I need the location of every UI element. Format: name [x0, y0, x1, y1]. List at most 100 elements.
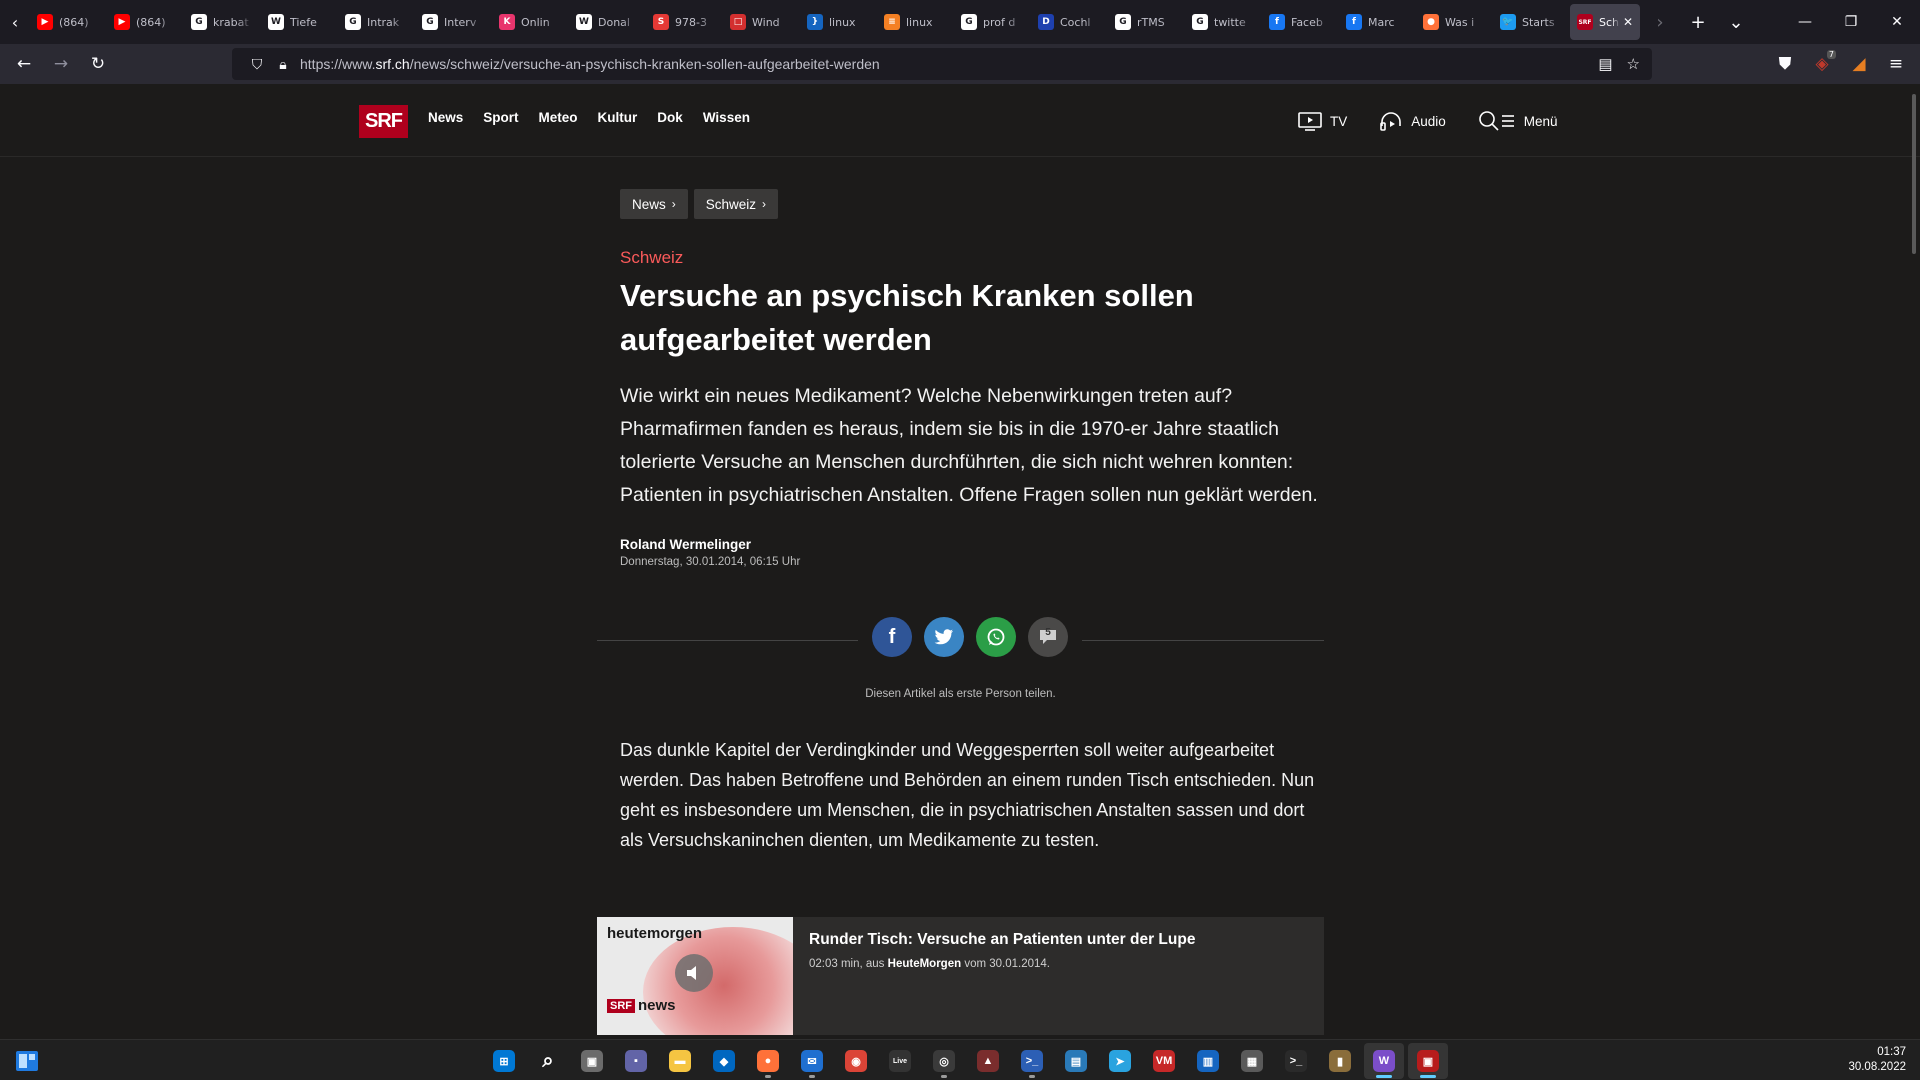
- browser-tab[interactable]: K Onlin: [492, 4, 568, 40]
- browser-tab[interactable]: S 978-3: [646, 4, 722, 40]
- back-button[interactable]: ←: [6, 48, 42, 80]
- nav-sport[interactable]: Sport: [483, 110, 518, 125]
- browser-tab[interactable]: ≡ linux: [877, 4, 953, 40]
- browser-tab[interactable]: ▶ (864): [107, 4, 183, 40]
- nav-kultur[interactable]: Kultur: [598, 110, 638, 125]
- browser-tab[interactable]: SRF Sch ✕: [1570, 4, 1640, 40]
- facebook-icon: f: [1269, 14, 1285, 30]
- audio-teaser[interactable]: heutemorgen SRF news Runder Tisch: Versuc…: [597, 917, 1324, 1035]
- audio-thumbnail[interactable]: heutemorgen SRF news: [597, 917, 793, 1035]
- taskbar-app[interactable]: W: [1364, 1043, 1404, 1079]
- taskbar-app[interactable]: VM: [1144, 1043, 1184, 1079]
- srf-logo[interactable]: SRF: [359, 105, 408, 138]
- audio-play-button[interactable]: [675, 954, 713, 992]
- article-author[interactable]: Roland Wermelinger: [620, 537, 1320, 552]
- taskbar-app[interactable]: ◉: [836, 1043, 876, 1079]
- article-body: Das dunkle Kapitel der Verdingkinder und…: [620, 740, 1315, 850]
- taskbar-app[interactable]: ▦: [1232, 1043, 1272, 1079]
- minimize-button[interactable]: —: [1782, 0, 1828, 44]
- forward-button[interactable]: →: [43, 48, 79, 80]
- browser-tab[interactable]: ▶ (864): [30, 4, 106, 40]
- twitter-icon: 🐦: [1500, 14, 1516, 30]
- browser-tab[interactable]: } linux: [800, 4, 876, 40]
- taskbar-app[interactable]: ➤: [1100, 1043, 1140, 1079]
- audio-link[interactable]: Audio: [1379, 111, 1446, 131]
- close-tab-icon[interactable]: ✕: [1623, 15, 1633, 29]
- list-all-tabs-icon[interactable]: ⌄: [1717, 4, 1755, 40]
- taskbar-app[interactable]: ▤: [1056, 1043, 1096, 1079]
- page-scrollbar[interactable]: [1912, 94, 1916, 254]
- extension-icon[interactable]: ◢: [1841, 48, 1877, 80]
- menu-button[interactable]: Menü: [1478, 110, 1558, 132]
- share-twitter-button[interactable]: [924, 617, 964, 657]
- taskbar-app[interactable]: ⊞: [484, 1043, 524, 1079]
- taskbar-app[interactable]: ◆: [704, 1043, 744, 1079]
- browser-tab[interactable]: Gtwitte: [1185, 4, 1261, 40]
- browser-tab[interactable]: GrTMS: [1108, 4, 1184, 40]
- lock-icon[interactable]: 🔒︎: [270, 56, 296, 73]
- taskbar-app[interactable]: ▮: [1320, 1043, 1360, 1079]
- taskbar-app[interactable]: ▣: [572, 1043, 612, 1079]
- taskbar-app[interactable]: ▲: [968, 1043, 1008, 1079]
- defender-icon: ◆: [713, 1050, 735, 1072]
- pocket-icon[interactable]: ⛊: [1767, 48, 1803, 80]
- nav-wissen[interactable]: Wissen: [703, 110, 750, 125]
- url-bar[interactable]: ⛉ 🔒︎ https://www.srf.ch/news/schweiz/ver…: [232, 48, 1652, 80]
- google-icon: G: [422, 14, 438, 30]
- taskbar-app[interactable]: ▬: [660, 1043, 700, 1079]
- new-tab-button[interactable]: +: [1679, 4, 1717, 40]
- browser-tab[interactable]: Gprof d: [954, 4, 1030, 40]
- browser-tab[interactable]: D Cochl: [1031, 4, 1107, 40]
- browser-tab[interactable]: Gkrabat: [184, 4, 260, 40]
- share-facebook-button[interactable]: f: [872, 617, 912, 657]
- teams-chat-icon: ▪: [625, 1050, 647, 1072]
- close-window-button[interactable]: ✕: [1874, 0, 1920, 44]
- ublock-extension-icon[interactable]: ◈ 7: [1804, 48, 1840, 80]
- article-date: Donnerstag, 30.01.2014, 06:15 Uhr: [620, 556, 801, 568]
- restore-button[interactable]: ❐: [1828, 0, 1874, 44]
- audio-title[interactable]: Runder Tisch: Versuche an Patienten unte…: [809, 931, 1195, 949]
- taskbar-app[interactable]: ●: [748, 1043, 788, 1079]
- browser-tab[interactable]: f Faceb: [1262, 4, 1338, 40]
- comments-button[interactable]: 5: [1028, 617, 1068, 657]
- taskbar-app[interactable]: ▣: [1408, 1043, 1448, 1079]
- taskbar-app[interactable]: ⌕: [528, 1043, 568, 1079]
- tv-link[interactable]: TV: [1298, 111, 1347, 131]
- browser-tab[interactable]: ● Was i: [1416, 4, 1492, 40]
- browser-tab[interactable]: G Intrak: [338, 4, 414, 40]
- taskbar-app[interactable]: ▪: [616, 1043, 656, 1079]
- tab-title: Starts: [1522, 15, 1555, 29]
- taskbar-app[interactable]: ◎: [924, 1043, 964, 1079]
- taskbar-app[interactable]: ▥: [1188, 1043, 1228, 1079]
- app-menu-icon[interactable]: ≡: [1878, 48, 1914, 80]
- taskbar-app[interactable]: >_: [1276, 1043, 1316, 1079]
- taskbar-app[interactable]: Live: [880, 1043, 920, 1079]
- widgets-icon[interactable]: [14, 1048, 40, 1074]
- tab-title: Was i: [1445, 15, 1475, 29]
- reader-view-icon[interactable]: ▤: [1598, 55, 1612, 73]
- browser-tab[interactable]: G Interv: [415, 4, 491, 40]
- system-clock[interactable]: 01:37 30.08.2022: [1848, 1045, 1906, 1075]
- share-whatsapp-button[interactable]: [976, 617, 1016, 657]
- taskbar-app[interactable]: >_: [1012, 1043, 1052, 1079]
- bookmark-star-icon[interactable]: ☆: [1627, 55, 1640, 73]
- breadcrumb-news[interactable]: News ›: [620, 189, 688, 219]
- url-text[interactable]: https://www.srf.ch/news/schweiz/versuche…: [300, 56, 880, 72]
- reload-button[interactable]: ↻: [80, 48, 116, 80]
- nav-dok[interactable]: Dok: [657, 110, 683, 125]
- taskbar-app[interactable]: ✉: [792, 1043, 832, 1079]
- nav-news[interactable]: News: [428, 110, 463, 125]
- tracking-protection-shield-icon[interactable]: ⛉: [244, 56, 270, 73]
- browser-tab[interactable]: W Donal: [569, 4, 645, 40]
- browser-tab[interactable]: f Marc: [1339, 4, 1415, 40]
- srf-news-logo: SRF news: [607, 997, 676, 1014]
- search-menu-icon: [1478, 111, 1514, 131]
- nav-meteo[interactable]: Meteo: [539, 110, 578, 125]
- browser-tab[interactable]: 🐦 Starts: [1493, 4, 1569, 40]
- audio-label: Audio: [1411, 113, 1446, 129]
- browser-tab[interactable]: W Tiefe: [261, 4, 337, 40]
- breadcrumb-schweiz[interactable]: Schweiz ›: [693, 189, 779, 219]
- browser-tab[interactable]: □ Wind: [723, 4, 799, 40]
- tab-scroll-left-icon[interactable]: ‹: [0, 0, 30, 44]
- tab-scroll-right-icon[interactable]: ›: [1641, 4, 1679, 40]
